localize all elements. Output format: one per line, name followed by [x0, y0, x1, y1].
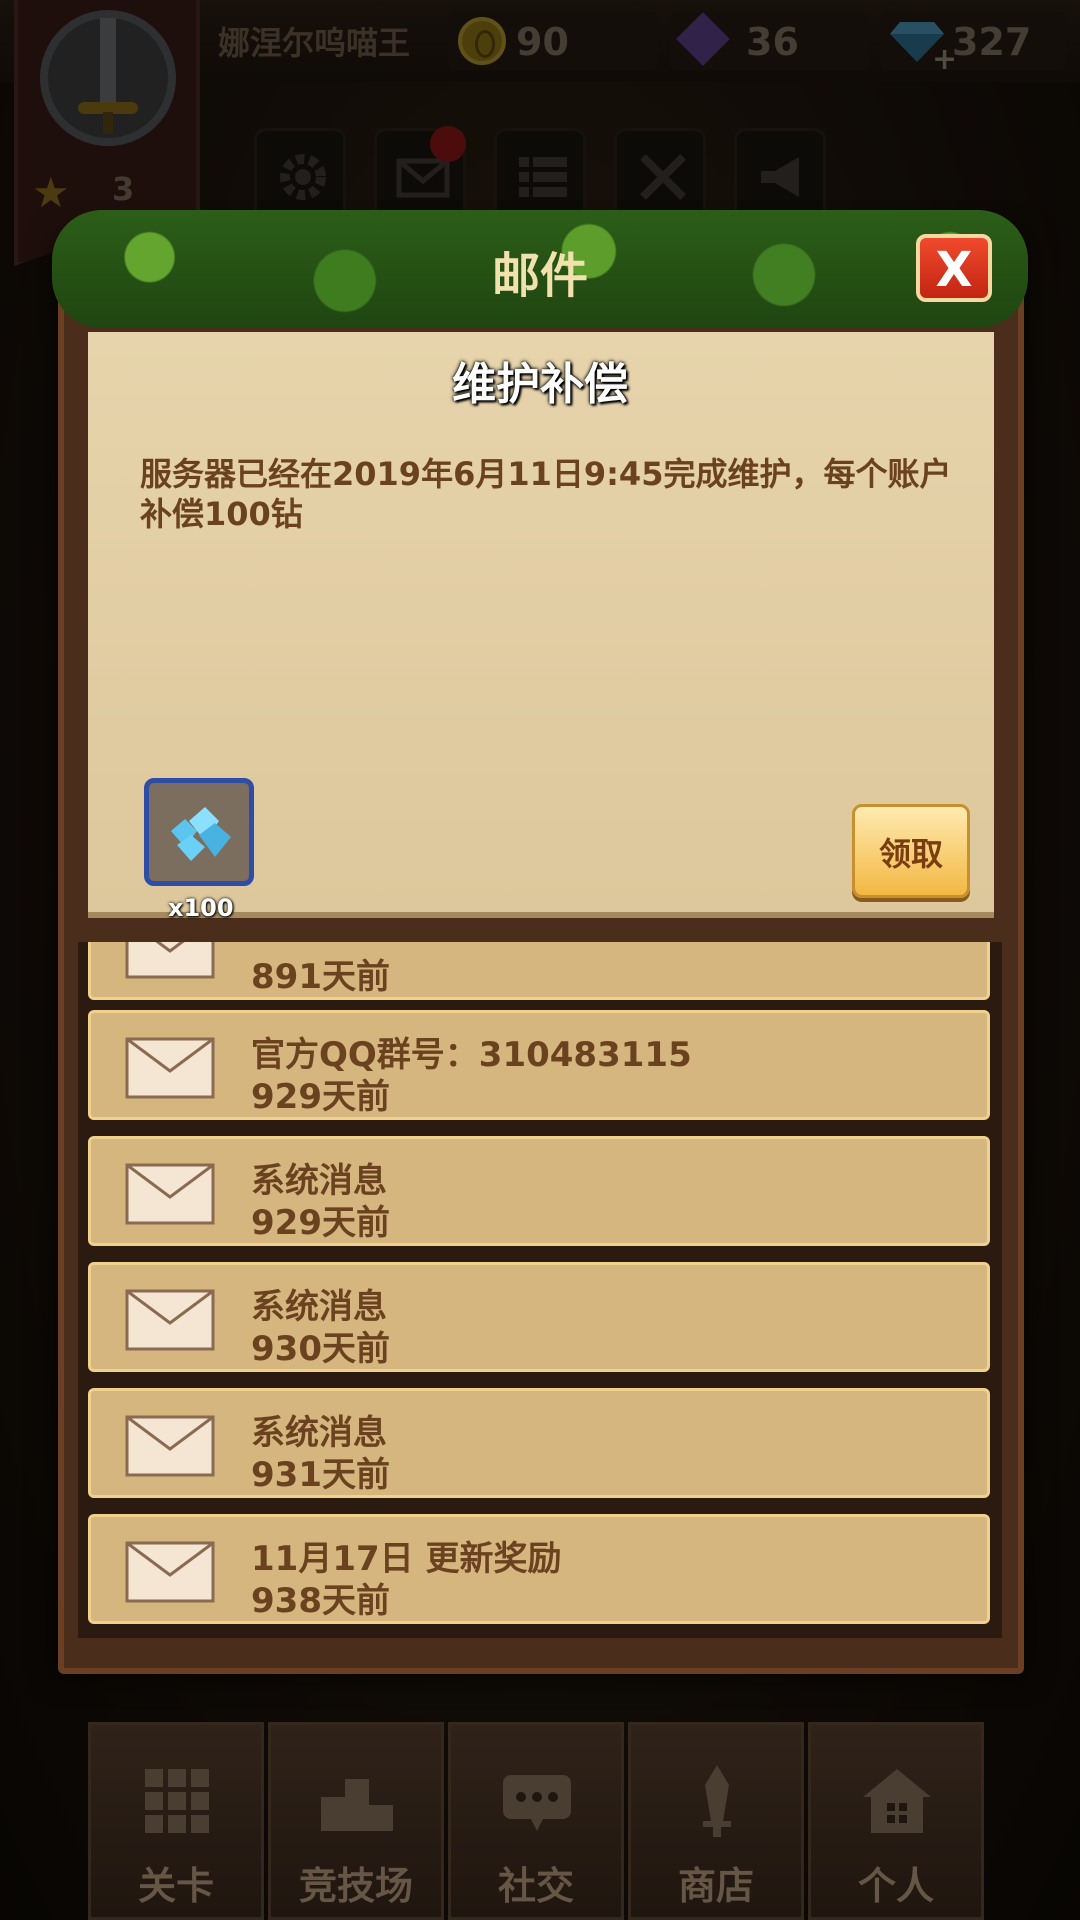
claim-label: 领取 — [878, 835, 943, 873]
mail-list-item[interactable]: 891天前 — [88, 942, 990, 1000]
chat-icon — [503, 1775, 571, 1831]
nav-item-profile[interactable]: 个人 — [808, 1722, 984, 1920]
mail-list-item[interactable]: 官方QQ群号：310483115 929天前 — [88, 1010, 990, 1120]
nav-item-arena[interactable]: 竞技场 — [268, 1722, 444, 1920]
nav-label: 社交 — [497, 1864, 574, 1908]
envelope-icon — [125, 1541, 215, 1603]
mail-time: 891天前 — [251, 957, 390, 997]
nav-label: 商店 — [677, 1864, 754, 1908]
mail-list-item[interactable]: 系统消息 930天前 — [88, 1262, 990, 1372]
mail-list-item[interactable]: 系统消息 931天前 — [88, 1388, 990, 1498]
close-button[interactable]: X — [916, 234, 992, 302]
nav-item-social[interactable]: 社交 — [448, 1722, 624, 1920]
mail-body: 服务器已经在2019年6月11日9:45完成维护，每个账户补偿100钻 — [140, 455, 952, 533]
sword-icon — [703, 1765, 731, 1837]
nav-label: 个人 — [857, 1864, 934, 1908]
nav-label: 关卡 — [137, 1864, 214, 1908]
mail-list-item[interactable]: 11月17日 更新奖励 938天前 — [88, 1514, 990, 1624]
game-screen: 娜涅尔呜喵王 90 36 + 327 ★ 3 邮件 X 维护补偿 服务器已经在2… — [0, 0, 1080, 1920]
nav-item-levels[interactable]: 关卡 — [88, 1722, 264, 1920]
envelope-icon — [125, 1289, 215, 1351]
mail-time: 930天前 — [251, 1329, 390, 1369]
mail-time: 929天前 — [251, 1077, 390, 1117]
envelope-icon — [125, 942, 215, 979]
diamond-pile-icon — [171, 807, 231, 861]
mail-subject: 维护补偿 — [452, 359, 628, 410]
close-icon: X — [935, 242, 973, 298]
bottom-nav: 关卡 竞技场 社交 商店 个人 — [88, 1722, 992, 1920]
attachment-slot[interactable] — [144, 778, 254, 886]
podium-icon — [321, 1779, 393, 1831]
attachment-quantity: x100 — [168, 894, 234, 922]
claim-button[interactable]: 领取 — [852, 804, 970, 898]
mail-time: 931天前 — [251, 1455, 390, 1495]
envelope-icon — [125, 1415, 215, 1477]
envelope-icon — [125, 1037, 215, 1099]
nav-label: 竞技场 — [298, 1864, 413, 1908]
mail-time: 929天前 — [251, 1203, 390, 1243]
house-icon — [863, 1769, 931, 1833]
nav-item-shop[interactable]: 商店 — [628, 1722, 804, 1920]
envelope-icon — [125, 1163, 215, 1225]
mail-list-item[interactable]: 系统消息 929天前 — [88, 1136, 990, 1246]
mail-list[interactable]: 891天前 官方QQ群号：310483115 929天前 系统消息 929天前 … — [78, 942, 1002, 1638]
grid-icon — [145, 1769, 209, 1833]
mail-time: 938天前 — [251, 1581, 390, 1621]
